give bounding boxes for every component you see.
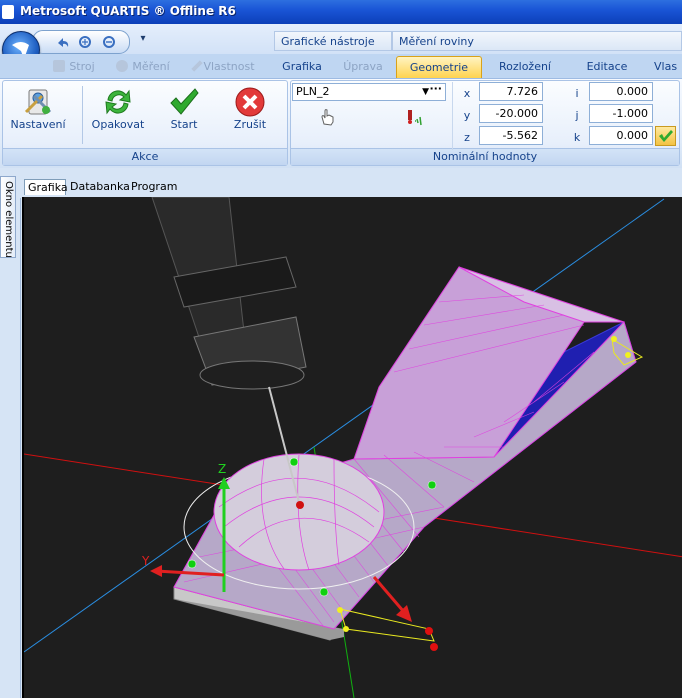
tab-geometrie[interactable]: Geometrie [396, 56, 482, 78]
tab-uprava[interactable]: Úprava [336, 56, 390, 78]
zrusit-label: Zrušit [233, 118, 267, 131]
zoom-fit-icon[interactable] [101, 34, 117, 50]
checkmark-icon [659, 130, 673, 142]
group-nominal-label: Nominální hodnoty [291, 148, 679, 165]
akce-separator [82, 86, 83, 144]
tab-mereni[interactable]: Měření [114, 56, 172, 78]
x-label: x [463, 87, 471, 100]
customize-qat-dropdown[interactable]: ▾ [136, 33, 150, 47]
tab-grafika[interactable]: Grafika [276, 56, 328, 78]
opakovat-label: Opakovat [91, 118, 145, 131]
zrusit-button[interactable]: Zrušit [221, 84, 279, 136]
cancel-x-icon [235, 87, 265, 117]
red-marker [430, 643, 438, 651]
dome-surface [213, 453, 385, 571]
y-field[interactable]: -20.000 [479, 104, 543, 123]
group-akce-label: Akce [3, 148, 287, 165]
machine-icon [53, 60, 66, 72]
j-label: j [575, 109, 579, 122]
graphics-viewport[interactable]: Z Y [22, 197, 682, 698]
probe-ball [296, 501, 304, 509]
tab-editace[interactable]: Editace [576, 56, 638, 78]
repeat-arrows-icon [105, 89, 131, 115]
doc-tab-databanka[interactable]: Databanka [67, 179, 130, 195]
zoom-icon[interactable] [77, 34, 93, 50]
app-icon [2, 5, 14, 19]
nastaveni-button[interactable]: Nastavení [9, 84, 67, 136]
nastaveni-label: Nastavení [10, 118, 66, 131]
tab-vlastnost[interactable]: Vlastnost [190, 56, 260, 78]
start-button[interactable]: Start [155, 84, 213, 136]
k-field[interactable]: 0.000 [589, 126, 653, 145]
element-window-tab-label: Okno elementu [3, 181, 14, 258]
element-select-value: PLN_2 [296, 85, 330, 98]
pyramid-feature [353, 266, 585, 460]
i-label: i [575, 87, 579, 100]
tab-rozlozeni[interactable]: Rozložení [492, 56, 558, 78]
z-label: z [464, 131, 470, 144]
j-field[interactable]: -1.000 [589, 104, 653, 123]
k-label: k [573, 131, 581, 144]
probe-tip-base [199, 360, 305, 390]
y-label: y [463, 109, 471, 122]
element-window-tab[interactable]: Okno elementu [0, 176, 16, 258]
undo-icon[interactable] [55, 34, 71, 50]
hand-pointer-icon[interactable] [318, 108, 336, 126]
doc-tab-grafika[interactable]: Grafika [24, 179, 68, 195]
start-label: Start [170, 118, 198, 131]
z-field[interactable]: -5.562 [479, 126, 543, 145]
chevron-down-icon[interactable]: ▼ [422, 84, 429, 100]
window-title: Metrosoft QUARTIS ® Offline R6 [20, 4, 236, 18]
title-bar: Metrosoft QUARTIS ® Offline R6 [0, 0, 682, 24]
x-field[interactable]: 7.726 [479, 82, 543, 101]
z-axis-label: Z [218, 462, 226, 476]
y-axis-label: Y [141, 554, 150, 568]
tab-stroj[interactable]: Stroj [48, 56, 100, 78]
cad-scene[interactable]: Z Y [24, 197, 682, 698]
tab-vlastnosti[interactable]: Vlas [654, 56, 682, 78]
probe-icon [116, 60, 129, 72]
context-header-plane-measure: Měření roviny [392, 31, 682, 51]
i-field[interactable]: 0.000 [589, 82, 653, 101]
context-header-graphic-tools: Grafické nástroje [274, 31, 392, 51]
doc-tab-program[interactable]: Program [128, 179, 178, 195]
x-axis-arrow [372, 576, 406, 613]
red-marker [425, 627, 433, 635]
property-icon [191, 60, 204, 72]
more-options-icon[interactable]: ··· [429, 81, 442, 97]
checkmark-icon [170, 88, 199, 115]
probe-signal-icon[interactable] [404, 108, 424, 126]
settings-tools-icon [24, 89, 52, 115]
nominal-separator [452, 82, 453, 150]
opakovat-button[interactable]: Opakovat [89, 84, 147, 136]
quick-access-toolbar [32, 30, 130, 54]
element-select[interactable]: PLN_2 ▼ ··· [292, 81, 446, 101]
confirm-direction-button[interactable] [655, 126, 676, 146]
